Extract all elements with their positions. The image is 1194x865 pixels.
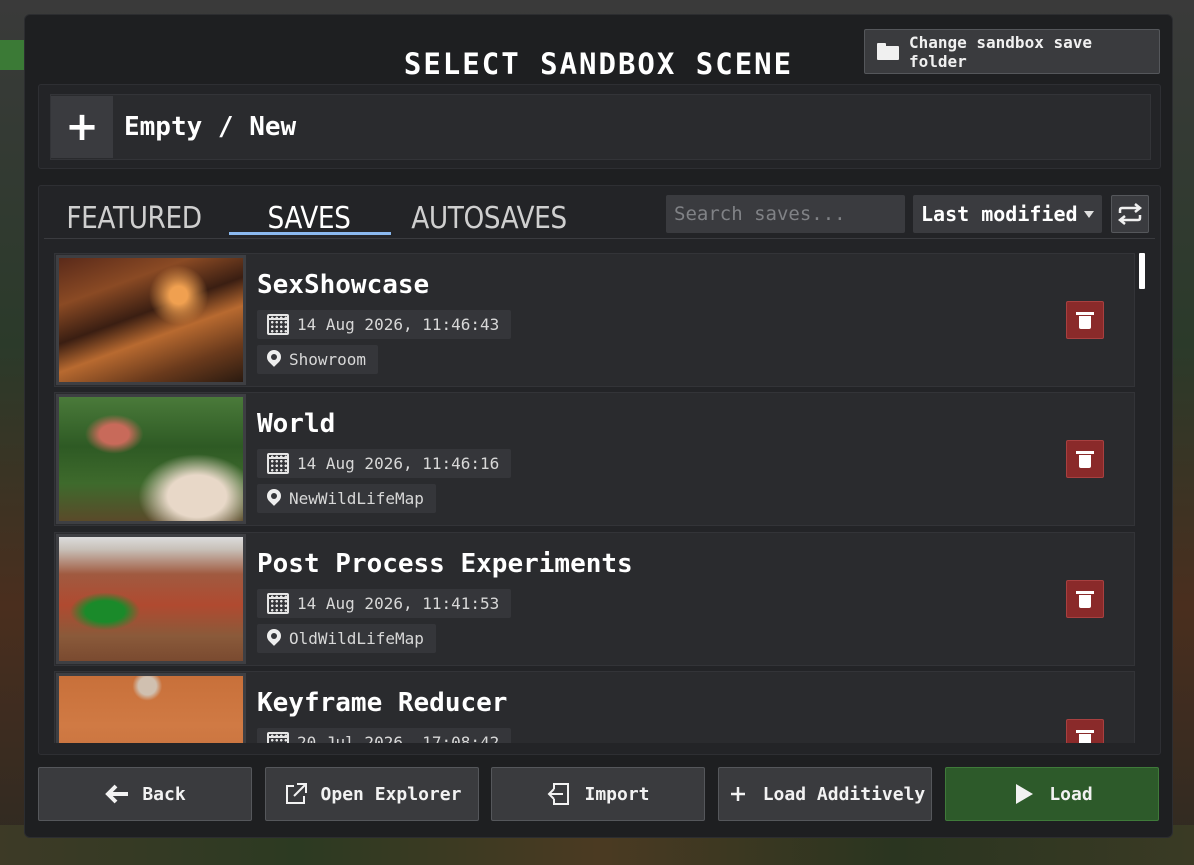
save-thumbnail: [56, 255, 246, 385]
save-location-text: NewWildLifeMap: [289, 489, 424, 508]
load-additively-label: Load Additively: [762, 783, 926, 805]
footer-actions: Back Open Explorer Import Load Additivel…: [38, 767, 1161, 821]
trash-icon: [1076, 312, 1094, 329]
change-save-folder-label: Change sandbox save folder: [908, 32, 1092, 71]
save-item[interactable]: World 14 Aug 2026, 11:46:16 NewWildLifeM…: [54, 392, 1135, 526]
save-title: Keyframe Reducer: [257, 688, 508, 718]
tab-autosaves[interactable]: AUTOSAVES: [405, 196, 572, 240]
save-location-text: Showroom: [289, 350, 367, 369]
saves-list: SexShowcase 14 Aug 2026, 11:46:43 Showro…: [54, 253, 1135, 743]
tab-featured[interactable]: FEATURED: [55, 196, 213, 240]
trash-icon: [1076, 451, 1094, 468]
save-date-text: 14 Aug 2026, 11:41:53: [297, 594, 500, 613]
folder-icon: [877, 43, 899, 60]
empty-new-label: Empty / New: [124, 112, 297, 142]
swap-icon: [1117, 203, 1143, 225]
load-label: Load: [1049, 783, 1093, 805]
delete-save-button[interactable]: [1066, 440, 1104, 478]
location-pin-icon: [267, 629, 281, 649]
background-accent: [0, 40, 24, 70]
select-scene-dialog: SELECT SANDBOX SCENE Change sandbox save…: [24, 14, 1173, 838]
save-location: Showroom: [257, 345, 379, 374]
import-icon: [546, 781, 572, 807]
save-date: 14 Aug 2026, 11:46:16: [257, 449, 512, 478]
plus-icon: [725, 781, 751, 807]
save-date-text: 14 Aug 2026, 11:46:43: [297, 315, 500, 334]
trash-icon: [1076, 730, 1094, 743]
save-location: OldWildLifeMap: [257, 624, 436, 653]
calendar-icon: [267, 453, 289, 474]
import-button[interactable]: Import: [491, 767, 705, 821]
trash-icon: [1076, 591, 1094, 608]
scrollbar-thumb[interactable]: [1139, 253, 1145, 289]
save-thumbnail: [56, 673, 246, 743]
tab-divider: [44, 238, 1155, 239]
delete-save-button[interactable]: [1066, 301, 1104, 339]
chevron-down-icon: [1084, 210, 1094, 218]
save-item[interactable]: Keyframe Reducer 20 Jul 2026, 17:08:42: [54, 671, 1135, 743]
calendar-icon: [267, 593, 289, 614]
empty-new-button[interactable]: + Empty / New: [50, 94, 1151, 160]
external-link-icon: [283, 781, 309, 807]
location-pin-icon: [267, 489, 281, 509]
open-explorer-label: Open Explorer: [320, 783, 462, 805]
save-date: 20 Jul 2026, 17:08:42: [257, 728, 512, 743]
change-save-folder-button[interactable]: Change sandbox save folder: [864, 29, 1160, 74]
back-button[interactable]: Back: [38, 767, 252, 821]
save-item[interactable]: SexShowcase 14 Aug 2026, 11:46:43 Showro…: [54, 253, 1135, 387]
sort-selected-label: Last modified: [921, 202, 1078, 226]
arrow-left-icon: [104, 781, 130, 807]
save-date: 14 Aug 2026, 11:46:43: [257, 310, 512, 339]
delete-save-button[interactable]: [1066, 719, 1104, 743]
save-thumbnail: [56, 394, 246, 524]
location-pin-icon: [267, 350, 281, 370]
open-explorer-button[interactable]: Open Explorer: [265, 767, 479, 821]
sort-dropdown[interactable]: Last modified: [913, 195, 1102, 233]
saves-panel: FEATURED SAVES AUTOSAVES ✕ Last modified: [38, 185, 1161, 755]
calendar-icon: [267, 732, 289, 743]
back-label: Back: [142, 783, 186, 805]
save-date-text: 20 Jul 2026, 17:08:42: [297, 733, 500, 743]
save-date-text: 14 Aug 2026, 11:46:16: [297, 454, 500, 473]
load-button[interactable]: Load: [945, 767, 1159, 821]
plus-icon: +: [51, 96, 113, 158]
play-icon: [1011, 781, 1037, 807]
import-label: Import: [584, 783, 650, 805]
save-date: 14 Aug 2026, 11:41:53: [257, 589, 512, 618]
calendar-icon: [267, 314, 289, 335]
save-location-text: OldWildLifeMap: [289, 629, 424, 648]
delete-save-button[interactable]: [1066, 580, 1104, 618]
active-tab-indicator: [229, 232, 391, 235]
search-input[interactable]: [666, 195, 916, 233]
search-box: ✕: [666, 195, 938, 233]
load-additively-button[interactable]: Load Additively: [718, 767, 932, 821]
save-location: NewWildLifeMap: [257, 484, 436, 513]
save-title: Post Process Experiments: [257, 549, 633, 579]
sort-order-button[interactable]: [1111, 195, 1149, 233]
save-title: SexShowcase: [257, 270, 430, 300]
save-thumbnail: [56, 534, 246, 664]
save-title: World: [257, 409, 336, 439]
save-item[interactable]: Post Process Experiments 14 Aug 2026, 11…: [54, 532, 1135, 666]
new-scene-panel: + Empty / New: [38, 84, 1161, 169]
